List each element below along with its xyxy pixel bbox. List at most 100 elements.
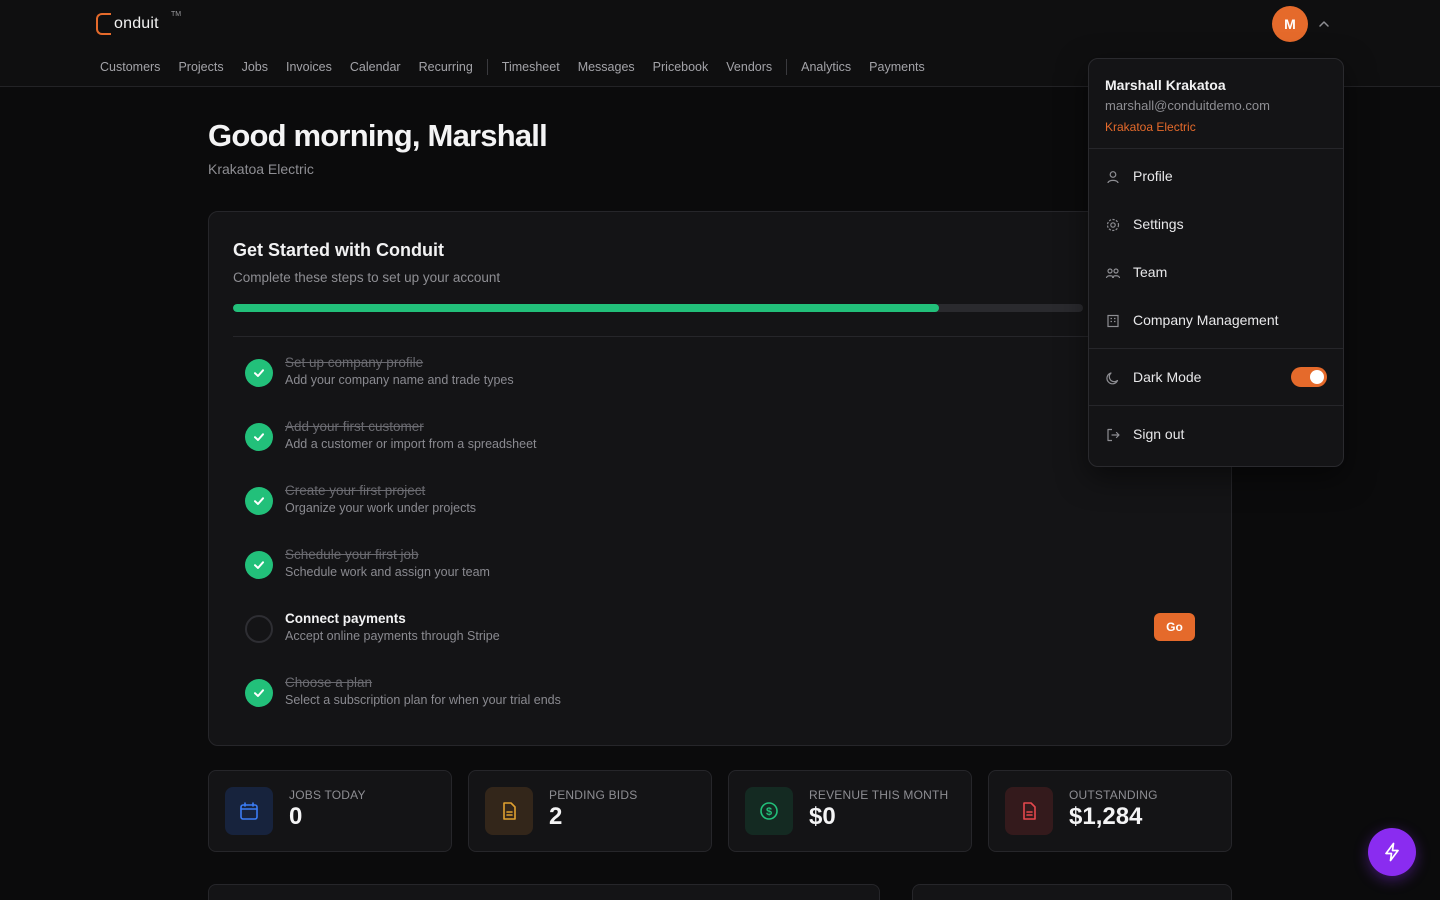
step-title: Connect payments (285, 611, 406, 626)
main-nav: Customers Projects Jobs Invoices Calenda… (100, 59, 943, 75)
connect-payments-go-button[interactable]: Go (1154, 613, 1195, 641)
step-title: Set up company profile (285, 355, 424, 370)
menu-item-label: Company Management (1133, 312, 1279, 328)
nav-recurring[interactable]: Recurring (419, 60, 473, 74)
step-company-profile[interactable]: Set up company profile Add your company … (245, 355, 1205, 395)
nav-pricebook[interactable]: Pricebook (653, 60, 709, 74)
user-icon (1107, 171, 1119, 184)
company-name: Krakatoa Electric (208, 161, 314, 177)
stat-card-revenue[interactable]: $ REVENUE THIS MONTH $0 (728, 770, 972, 852)
gear-icon (1106, 218, 1120, 232)
empty-circle-icon (245, 615, 273, 643)
user-menu-dropdown: Marshall Krakatoa marshall@conduitdemo.c… (1088, 58, 1344, 467)
nav-divider (486, 59, 488, 75)
user-company: Krakatoa Electric (1105, 120, 1196, 134)
nav-timesheet[interactable]: Timesheet (502, 60, 560, 74)
team-icon (1105, 268, 1121, 279)
content-card (208, 884, 880, 900)
menu-item-label: Profile (1133, 168, 1173, 184)
onboarding-progress-bar (233, 304, 1083, 312)
step-choose-plan[interactable]: Choose a plan Select a subscription plan… (245, 675, 1205, 715)
nav-customers[interactable]: Customers (100, 60, 160, 74)
menu-item-label: Sign out (1133, 426, 1185, 442)
nav-calendar[interactable]: Calendar (350, 60, 401, 74)
content-card (912, 884, 1232, 900)
check-circle-icon (245, 359, 273, 387)
check-circle-icon (245, 679, 273, 707)
step-description: Schedule work and assign your team (285, 565, 490, 579)
menu-item-label: Team (1133, 264, 1168, 280)
user-email: marshall@conduitdemo.com (1105, 98, 1270, 113)
nav-jobs[interactable]: Jobs (242, 60, 268, 74)
toggle-knob (1310, 370, 1324, 384)
conduit-logo[interactable]: onduit TM (96, 11, 181, 35)
stat-value: $1,284 (1069, 803, 1143, 830)
step-description: Add your company name and trade types (285, 373, 514, 387)
check-circle-icon (245, 551, 273, 579)
stat-value: $0 (809, 803, 836, 830)
page-title: Good morning, Marshall (208, 118, 548, 153)
logo-text: onduit (114, 15, 159, 32)
nav-payments[interactable]: Payments (869, 60, 925, 74)
stat-label: PENDING BIDS (549, 788, 638, 802)
step-description: Accept online payments through Stripe (285, 629, 500, 643)
menu-item-team[interactable]: Team (1089, 251, 1343, 295)
divider (1089, 348, 1343, 349)
step-title: Create your first project (285, 483, 426, 498)
nav-analytics[interactable]: Analytics (801, 60, 851, 74)
lightning-icon (1385, 842, 1399, 862)
quick-action-button[interactable] (1368, 828, 1416, 876)
divider (1089, 405, 1343, 406)
step-description: Organize your work under projects (285, 501, 477, 515)
invoice-icon (1005, 787, 1053, 835)
step-connect-payments[interactable]: Connect payments Accept online payments … (245, 611, 1205, 651)
menu-item-label: Dark Mode (1133, 369, 1202, 385)
menu-item-dark-mode[interactable]: Dark Mode (1089, 356, 1343, 400)
step-first-job[interactable]: Schedule your first job Schedule work an… (245, 547, 1205, 587)
menu-item-sign-out[interactable]: Sign out (1089, 413, 1343, 457)
nav-messages[interactable]: Messages (578, 60, 635, 74)
stat-label: JOBS TODAY (289, 788, 366, 802)
stat-card-jobs-today[interactable]: JOBS TODAY 0 (208, 770, 452, 852)
check-circle-icon (245, 487, 273, 515)
step-first-customer[interactable]: Add your first customer Add a customer o… (245, 419, 1205, 459)
calendar-icon (225, 787, 273, 835)
check-circle-icon (245, 423, 273, 451)
user-avatar-button[interactable]: M (1272, 6, 1308, 42)
menu-item-label: Settings (1133, 216, 1184, 232)
onboarding-title: Get Started with Conduit (233, 240, 444, 260)
step-title: Add your first customer (285, 419, 424, 434)
step-description: Select a subscription plan for when your… (285, 693, 561, 707)
step-title: Choose a plan (285, 675, 373, 690)
divider (233, 336, 1209, 337)
stat-label: OUTSTANDING (1069, 788, 1158, 802)
step-title: Schedule your first job (285, 547, 419, 562)
sign-out-icon (1107, 428, 1120, 442)
onboarding-subtitle: Complete these steps to set up your acco… (233, 270, 501, 285)
nav-invoices[interactable]: Invoices (286, 60, 332, 74)
step-description: Add a customer or import from a spreadsh… (285, 437, 537, 451)
stat-label: REVENUE THIS MONTH (809, 788, 949, 802)
building-icon (1107, 314, 1119, 328)
stat-card-pending-bids[interactable]: PENDING BIDS 2 (468, 770, 712, 852)
dollar-icon: $ (745, 787, 793, 835)
menu-item-profile[interactable]: Profile (1089, 155, 1343, 199)
divider (1089, 148, 1343, 149)
logo-trademark: TM (171, 11, 182, 18)
step-first-project[interactable]: Create your first project Organize your … (245, 483, 1205, 523)
nav-projects[interactable]: Projects (178, 60, 223, 74)
menu-item-company-management[interactable]: Company Management (1089, 299, 1343, 343)
user-name: Marshall Krakatoa (1105, 77, 1226, 93)
onboarding-card: Get Started with Conduit Complete these … (208, 211, 1232, 746)
nav-vendors[interactable]: Vendors (726, 60, 772, 74)
stat-value: 0 (289, 803, 303, 830)
moon-icon (1106, 372, 1119, 385)
progress-fill (233, 304, 939, 312)
document-icon (485, 787, 533, 835)
menu-item-settings[interactable]: Settings (1089, 203, 1343, 247)
stat-card-outstanding[interactable]: OUTSTANDING $1,284 (988, 770, 1232, 852)
dark-mode-toggle[interactable] (1291, 367, 1327, 387)
chevron-up-icon[interactable] (1316, 16, 1332, 32)
nav-divider (786, 59, 788, 75)
logo-mark-icon (96, 13, 111, 35)
